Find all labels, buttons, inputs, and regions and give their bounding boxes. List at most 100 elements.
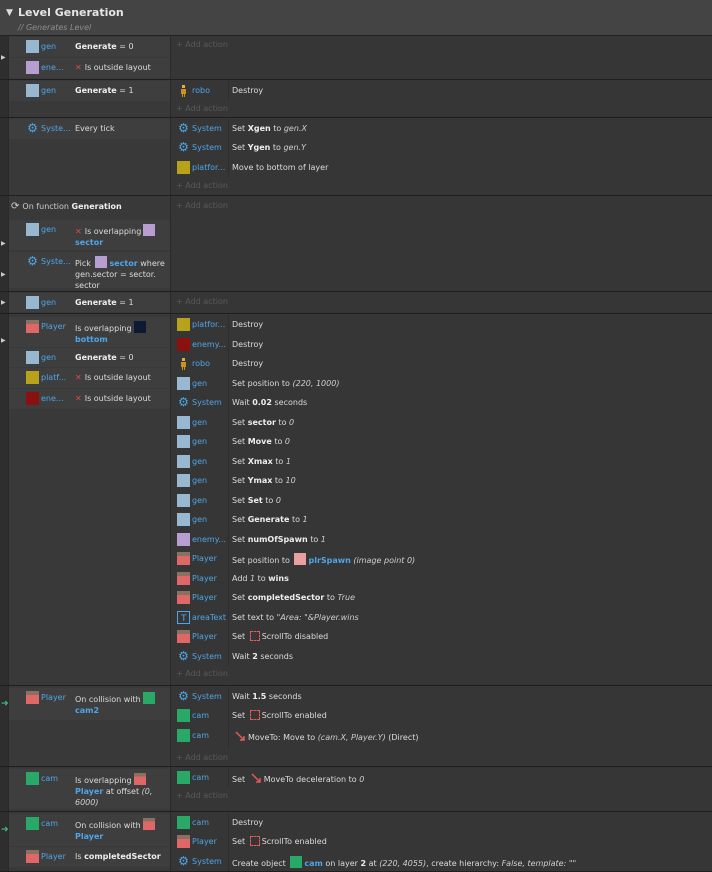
action-row[interactable]: gen Set Set to 0 bbox=[171, 490, 712, 510]
action-object[interactable]: gen bbox=[176, 472, 228, 490]
action-object[interactable]: gen bbox=[176, 414, 228, 432]
actions-area[interactable]: ⚙ System Wait 1.5 seconds cam Set ScrollTo e… bbox=[170, 686, 712, 766]
action-row[interactable]: Player Add 1 to wins bbox=[171, 568, 712, 588]
conditions-area[interactable]: ⚙ Syste... Every tick bbox=[9, 118, 170, 195]
action-row[interactable]: cam Destroy bbox=[171, 813, 712, 832]
sub-event-arrow-icon[interactable]: ▶ bbox=[1, 299, 6, 306]
conditions-area[interactable]: ⟳ On function Generation gen ✕ Is overlappin… bbox=[9, 196, 170, 291]
action-object[interactable]: TareaText bbox=[176, 609, 228, 627]
condition-row[interactable]: Player On collision with cam2 bbox=[9, 688, 170, 720]
action-row[interactable]: cam Set ScrollTo enabled bbox=[171, 706, 712, 725]
action-row[interactable]: ⚙ System Wait 2 seconds bbox=[171, 646, 712, 666]
condition-row[interactable]: ene... ✕ Is outside layout bbox=[9, 389, 170, 409]
condition-object[interactable]: cam bbox=[25, 770, 75, 788]
condition-row[interactable]: platf... ✕ Is outside layout bbox=[9, 368, 170, 388]
event-block[interactable]: Player On collision with cam2 ⚙ System Wait 1… bbox=[0, 686, 712, 767]
add-action-link[interactable]: Add action bbox=[176, 295, 228, 309]
sub-event-arrow-icon[interactable]: ▶ bbox=[1, 271, 6, 278]
condition-object[interactable]: gen bbox=[25, 82, 75, 100]
condition-object[interactable]: gen bbox=[25, 221, 75, 239]
action-object[interactable]: ⚙ System bbox=[176, 688, 228, 706]
condition-row[interactable]: Player Is completedSector bbox=[9, 847, 170, 867]
action-row[interactable]: gen Set position to (220, 1000) bbox=[171, 373, 712, 393]
action-object[interactable]: gen bbox=[176, 375, 228, 393]
sub-event-arrow-icon[interactable]: ▶ bbox=[1, 240, 6, 247]
condition-object[interactable]: Player bbox=[25, 318, 75, 336]
collapse-arrow-icon[interactable]: ▼ bbox=[6, 8, 13, 18]
action-row[interactable]: platfor... Destroy bbox=[171, 315, 712, 334]
action-object[interactable]: Player bbox=[176, 589, 228, 607]
action-object[interactable]: gen bbox=[176, 492, 228, 510]
group-header[interactable]: ▼ Level Generation // Generates Level bbox=[0, 0, 712, 36]
add-action-link[interactable]: Add action bbox=[176, 179, 228, 193]
condition-object[interactable]: ⚙ Syste... bbox=[25, 253, 75, 271]
event-block[interactable]: ⟳ On function Generation gen ✕ Is overlappin… bbox=[0, 196, 712, 292]
condition-row[interactable]: gen ✕ Is overlapping sector bbox=[9, 220, 170, 250]
function-header[interactable]: ⟳ On function Generation bbox=[11, 199, 177, 215]
condition-row[interactable]: ⚙ Syste... Pick sector where gen.sector = … bbox=[9, 252, 170, 290]
condition-object[interactable]: ene... bbox=[25, 390, 75, 408]
action-object[interactable]: ⚙ System bbox=[176, 853, 228, 871]
condition-row[interactable]: gen Generate = 1 bbox=[9, 81, 170, 101]
actions-area[interactable]: Add action bbox=[170, 196, 712, 291]
condition-row[interactable]: cam Is overlappingPlayer at offset (0, 60… bbox=[9, 769, 170, 809]
action-object[interactable]: gen bbox=[176, 511, 228, 529]
actions-area[interactable]: Add action bbox=[170, 36, 712, 79]
action-object[interactable]: Player bbox=[176, 628, 228, 646]
action-object[interactable]: enemy... bbox=[176, 336, 228, 354]
conditions-area[interactable]: cam Is overlappingPlayer at offset (0, 60… bbox=[9, 767, 170, 811]
conditions-area[interactable]: cam On collision with Player Player Is compl… bbox=[9, 812, 170, 871]
action-object[interactable]: platfor... bbox=[176, 316, 228, 334]
action-object[interactable]: cam bbox=[176, 769, 228, 787]
add-action-link[interactable]: Add action bbox=[176, 199, 228, 213]
add-action-link[interactable]: Add action bbox=[176, 751, 228, 765]
action-row[interactable]: Player Set position to plrSpawn (image po… bbox=[171, 549, 712, 568]
action-row[interactable]: ⚙ System Wait 0.02 seconds bbox=[171, 393, 712, 412]
condition-row[interactable]: Player Is overlapping bottom bbox=[9, 317, 170, 347]
action-row[interactable]: gen Set Generate to 1 bbox=[171, 510, 712, 529]
action-object[interactable]: robo bbox=[176, 355, 228, 373]
action-object[interactable]: Player bbox=[176, 550, 228, 568]
action-row[interactable]: gen Set Move to 0 bbox=[171, 432, 712, 451]
condition-object[interactable]: gen bbox=[25, 294, 75, 312]
condition-object[interactable]: platf... bbox=[25, 369, 75, 387]
actions-area[interactable]: cam Destroy Player Set ScrollTo enabled ⚙ Sys… bbox=[170, 812, 712, 871]
condition-row[interactable]: gen Generate = 0 bbox=[9, 348, 170, 367]
action-row[interactable]: cam MoveTo: Move to (cam.X, Player.Y) (Di… bbox=[171, 726, 712, 748]
action-row[interactable]: TareaText Set text to "Area: "&Player.win… bbox=[171, 607, 712, 627]
action-object[interactable]: platfor... bbox=[176, 159, 228, 177]
action-row[interactable]: ⚙ System Set Ygen to gen.Y bbox=[171, 138, 712, 157]
conditions-area[interactable]: gen Generate = 1 bbox=[9, 80, 170, 117]
action-row[interactable]: ⚙ System Set Xgen to gen.X bbox=[171, 119, 712, 138]
condition-object[interactable]: cam bbox=[25, 815, 75, 833]
event-block[interactable]: gen Generate = 1 Add action ▶ bbox=[0, 292, 712, 314]
action-row[interactable]: Player Set completedSector to True bbox=[171, 588, 712, 607]
action-row[interactable]: Player Set ScrollTo enabled bbox=[171, 832, 712, 851]
conditions-area[interactable]: gen Generate = 0 ene... ✕ Is outside layout bbox=[9, 36, 170, 79]
condition-row[interactable]: cam On collision with Player bbox=[9, 814, 170, 846]
condition-object[interactable]: gen bbox=[25, 38, 75, 56]
condition-object[interactable]: ⚙ Syste... bbox=[25, 120, 75, 138]
actions-area[interactable]: platfor... Destroy enemy... Destroy robo Dest… bbox=[170, 314, 712, 685]
event-block[interactable]: gen Generate = 0 ene... ✕Is outside layout A… bbox=[0, 36, 712, 80]
condition-object[interactable]: Player bbox=[25, 848, 75, 866]
add-action-link[interactable]: Add action bbox=[176, 789, 228, 803]
conditions-area[interactable]: Player On collision with cam2 bbox=[9, 686, 170, 766]
action-row[interactable]: robo Destroy bbox=[171, 354, 712, 373]
actions-area[interactable]: cam Set MoveTo deceleration to 0 Add actio… bbox=[170, 767, 712, 811]
condition-row[interactable]: gen Generate = 0 bbox=[9, 37, 170, 57]
add-action-link[interactable]: Add action bbox=[176, 102, 228, 116]
action-object[interactable]: robo bbox=[176, 82, 228, 100]
action-object[interactable]: enemy... bbox=[176, 531, 228, 549]
action-object[interactable]: ⚙ System bbox=[176, 394, 228, 412]
action-object[interactable]: cam bbox=[176, 727, 228, 745]
action-row[interactable]: platfor... Move to bottom of layer bbox=[171, 158, 712, 177]
sub-event-arrow-icon[interactable]: ▶ bbox=[1, 54, 6, 61]
action-row[interactable]: enemy... Set numOfSpawn to 1 bbox=[171, 529, 712, 549]
condition-row[interactable]: ⚙ Syste... Every tick bbox=[9, 119, 170, 139]
action-row[interactable]: cam Set MoveTo deceleration to 0 bbox=[171, 768, 712, 787]
action-object[interactable]: ⚙ System bbox=[176, 139, 228, 157]
conditions-area[interactable]: gen Generate = 1 bbox=[9, 292, 170, 313]
action-object[interactable]: cam bbox=[176, 707, 228, 725]
action-row[interactable]: gen Set Xmax to 1 bbox=[171, 451, 712, 471]
